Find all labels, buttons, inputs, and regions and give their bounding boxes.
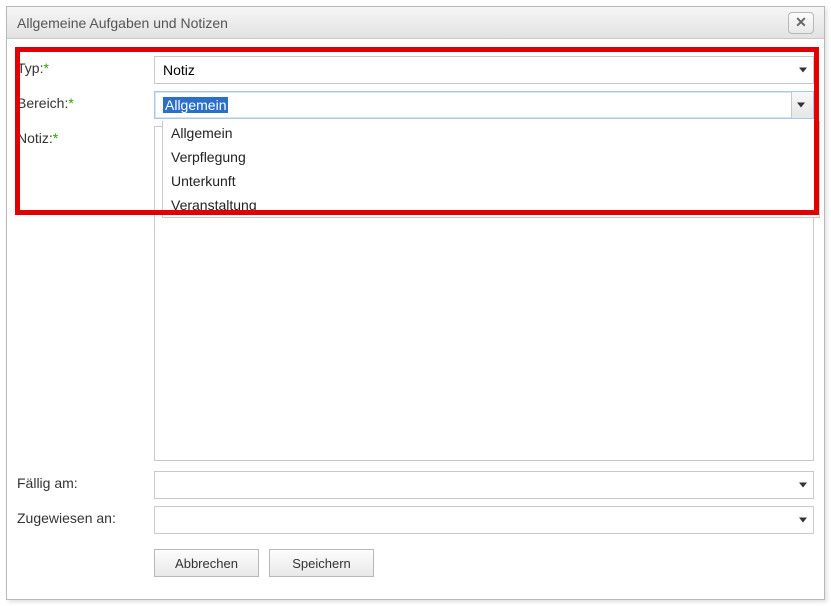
typ-value: Notiz <box>163 62 195 78</box>
zugewiesen-label: Zugewiesen an: <box>17 510 116 526</box>
save-button[interactable]: Speichern <box>269 549 374 577</box>
chevron-down-icon <box>799 483 807 488</box>
dropdown-option[interactable]: Unterkunft <box>163 169 819 193</box>
dropdown-option[interactable]: Verpflegung <box>163 145 819 169</box>
dialog-title: Allgemeine Aufgaben und Notizen <box>17 15 228 31</box>
bereich-dropdown-list: Allgemein Verpflegung Unterkunft Veranst… <box>162 121 820 218</box>
zugewiesen-dropdown[interactable] <box>154 506 814 534</box>
dialog: Allgemeine Aufgaben und Notizen ✕ Typ:* … <box>6 6 825 600</box>
bereich-value: Allgemein <box>163 97 228 113</box>
required-indicator: * <box>53 130 58 146</box>
bereich-label: Bereich: <box>17 95 68 111</box>
required-indicator: * <box>68 95 73 111</box>
close-button[interactable]: ✕ <box>788 12 814 34</box>
bereich-dropdown[interactable]: Allgemein <box>154 91 814 119</box>
typ-label: Typ: <box>17 60 43 76</box>
chevron-down-icon <box>797 103 805 108</box>
typ-dropdown[interactable]: Notiz <box>154 56 814 84</box>
required-indicator: * <box>43 60 48 76</box>
cancel-button[interactable]: Abbrechen <box>154 549 259 577</box>
dropdown-option[interactable]: Veranstaltung <box>163 193 819 217</box>
titlebar: Allgemeine Aufgaben und Notizen ✕ <box>7 7 824 39</box>
notiz-label: Notiz: <box>17 130 53 146</box>
chevron-down-icon <box>799 518 807 523</box>
faellig-label: Fällig am: <box>17 475 78 491</box>
faellig-dropdown[interactable] <box>154 471 814 499</box>
chevron-down-icon <box>799 68 807 73</box>
close-icon: ✕ <box>795 14 807 31</box>
dropdown-option[interactable]: Allgemein <box>163 121 819 145</box>
